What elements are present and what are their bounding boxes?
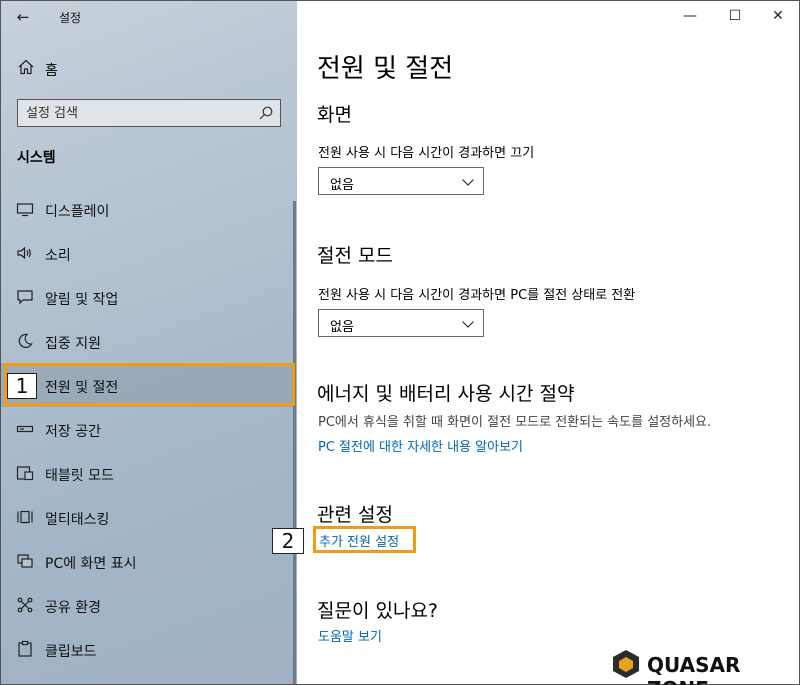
screen-timeout-dropdown[interactable]: 없음 bbox=[318, 167, 484, 195]
sleep-timeout-label: 전원 사용 시 다음 시간이 경과하면 PC를 절전 상태로 전환 bbox=[318, 288, 636, 303]
sleep-heading: 절전 모드 bbox=[317, 245, 393, 267]
related-settings-heading: 관련 설정 bbox=[317, 504, 393, 526]
page-title: 전원 및 절전 bbox=[317, 54, 454, 84]
highlight-box-power bbox=[4, 363, 295, 406]
sidebar-item-storage[interactable]: 저장 공간 bbox=[1, 407, 293, 451]
chevron-down-icon bbox=[461, 174, 475, 188]
sidebar-titlebar: ← 설정 bbox=[1, 1, 297, 33]
sidebar-item-label: 알림 및 작업 bbox=[45, 292, 119, 308]
notification-icon bbox=[16, 288, 34, 306]
back-button[interactable]: ← bbox=[13, 7, 33, 27]
search-input[interactable] bbox=[18, 100, 256, 126]
sidebar-item-label: 공유 환경 bbox=[45, 600, 101, 616]
app-title: 설정 bbox=[59, 11, 82, 25]
maximize-button[interactable]: ☐ bbox=[725, 6, 745, 26]
close-button[interactable]: ✕ bbox=[768, 6, 788, 26]
logo-hexagon-icon bbox=[611, 649, 641, 679]
sidebar-item-shared[interactable]: 공유 환경 bbox=[1, 583, 293, 627]
search-icon[interactable] bbox=[258, 105, 274, 121]
dropdown-value: 없음 bbox=[330, 178, 354, 193]
sidebar-item-notifications[interactable]: 알림 및 작업 bbox=[1, 275, 293, 319]
search-box[interactable] bbox=[17, 99, 281, 127]
sidebar-item-clipboard[interactable]: 클립보드 bbox=[1, 627, 293, 671]
monitor-icon bbox=[16, 200, 34, 218]
multitask-icon bbox=[16, 508, 34, 526]
sidebar-item-label: 태블릿 모드 bbox=[45, 468, 114, 484]
moon-icon bbox=[16, 332, 34, 350]
home-icon bbox=[17, 58, 35, 76]
sidebar-scrollbar[interactable] bbox=[293, 201, 296, 684]
sidebar-item-label: 집중 지원 bbox=[45, 336, 101, 352]
sidebar-item-display[interactable]: 디스플레이 bbox=[1, 187, 293, 231]
annotation-badge-1: 1 bbox=[7, 373, 37, 399]
sidebar-item-tablet[interactable]: 태블릿 모드 bbox=[1, 451, 293, 495]
chevron-down-icon bbox=[461, 316, 475, 330]
share-icon bbox=[16, 596, 34, 614]
sidebar-item-label: 디스플레이 bbox=[45, 204, 110, 220]
sidebar: ← 설정 홈 시스템 디스플레이 소리 bbox=[1, 1, 297, 684]
energy-description: PC에서 휴식을 취할 때 화면이 절전 모드로 전환되는 속도를 설정하세요. bbox=[318, 415, 712, 430]
sidebar-item-sound[interactable]: 소리 bbox=[1, 231, 293, 275]
speaker-icon bbox=[16, 244, 34, 262]
sidebar-item-label: 저장 공간 bbox=[45, 424, 101, 440]
annotation-badge-2: 2 bbox=[272, 528, 304, 554]
tablet-icon bbox=[16, 464, 34, 482]
sidebar-item-label: 소리 bbox=[45, 248, 71, 264]
storage-icon bbox=[16, 420, 34, 438]
sidebar-item-label: 멀티태스킹 bbox=[45, 512, 110, 528]
screen-timeout-label: 전원 사용 시 다음 시간이 경과하면 끄기 bbox=[318, 146, 535, 161]
sidebar-item-label: PC에 화면 표시 bbox=[45, 556, 137, 572]
sidebar-item-projecting[interactable]: PC에 화면 표시 bbox=[1, 539, 293, 583]
sleep-timeout-dropdown[interactable]: 없음 bbox=[318, 309, 484, 337]
screen-heading: 화면 bbox=[317, 104, 352, 126]
clipboard-icon bbox=[16, 640, 34, 658]
highlight-box-power-settings bbox=[313, 526, 416, 553]
energy-heading: 에너지 및 배터리 사용 시간 절약 bbox=[317, 383, 575, 405]
home-label: 홈 bbox=[45, 63, 58, 79]
help-link[interactable]: 도움말 보기 bbox=[318, 626, 382, 645]
section-title: 시스템 bbox=[17, 150, 56, 166]
sidebar-item-home[interactable]: 홈 bbox=[1, 53, 297, 83]
dropdown-value: 없음 bbox=[330, 320, 354, 335]
sidebar-item-multitasking[interactable]: 멀티태스킹 bbox=[1, 495, 293, 539]
sidebar-item-focus[interactable]: 집중 지원 bbox=[1, 319, 293, 363]
watermark-text: QUASAR ZONE bbox=[647, 653, 741, 685]
project-icon bbox=[16, 552, 34, 570]
sleep-info-link[interactable]: PC 절전에 대한 자세한 내용 알아보기 bbox=[318, 436, 523, 455]
sidebar-item-label: 클립보드 bbox=[45, 644, 97, 660]
quasarzone-logo: QUASAR ZONE bbox=[611, 648, 791, 685]
question-heading: 질문이 있나요? bbox=[317, 600, 439, 622]
minimize-button[interactable]: — bbox=[680, 6, 700, 26]
